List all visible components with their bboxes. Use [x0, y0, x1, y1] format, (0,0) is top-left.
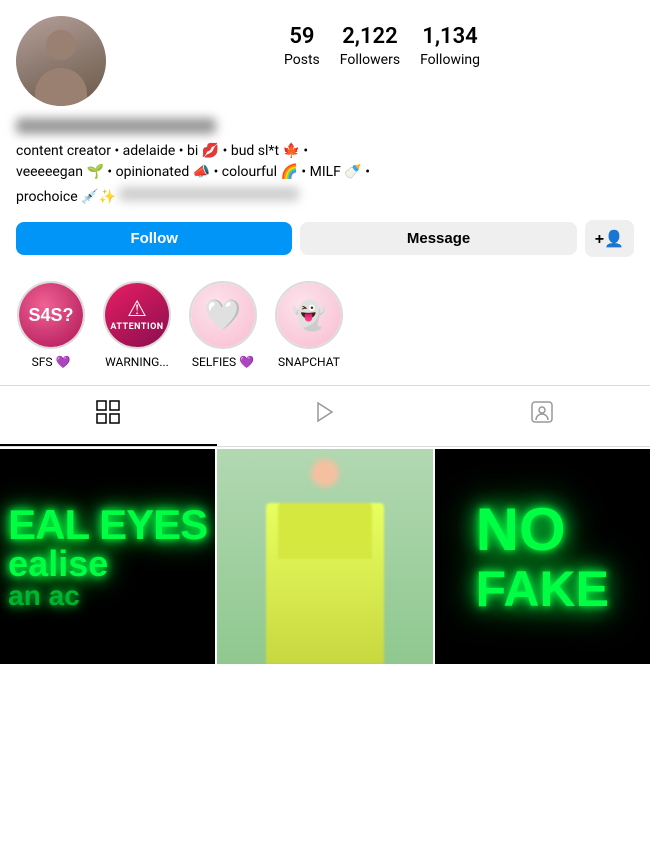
grid-cell-neon-eyes[interactable]: EAL EYES ealise an ac	[0, 449, 215, 664]
photo-grid: EAL EYES ealise an ac NO FAKE	[0, 449, 650, 664]
highlight-sfs-circle: S4S?	[17, 281, 85, 349]
selfies-heart-icon: 🤍	[204, 298, 241, 333]
neon-fake-text: FAKE	[476, 564, 609, 614]
highlight-sfs[interactable]: S4S? SFS 💜	[16, 281, 86, 369]
highlight-warning-label: WARNING...	[105, 355, 169, 369]
person-top	[278, 503, 373, 560]
profile-top: 59 Posts 2,122 Followers 1,134 Following	[16, 16, 634, 106]
tab-reels[interactable]	[217, 386, 434, 446]
highlight-selfies-label: SELFIES 💜	[192, 355, 254, 369]
highlight-sfs-label: SFS 💜	[32, 355, 71, 369]
highlight-snapchat-circle: 👻	[275, 281, 343, 349]
bio-section: content creator • adelaide • bi 💋 • bud …	[16, 141, 634, 208]
posts-label: Posts	[284, 52, 320, 68]
username-row	[16, 118, 634, 137]
action-buttons: Follow Message +👤	[16, 220, 634, 257]
highlights-section: S4S? SFS 💜 ⚠ ATTENTION WARNING... 🤍 SELF…	[0, 273, 650, 386]
stat-following[interactable]: 1,134 Following	[420, 24, 480, 68]
following-count: 1,134	[422, 24, 477, 50]
bio-line3: prochoice 💉✨	[16, 189, 116, 205]
play-icon	[313, 400, 337, 430]
person-body	[266, 503, 384, 664]
highlight-selfies-circle: 🤍	[189, 281, 257, 349]
tab-bar	[0, 386, 650, 447]
person-head	[311, 459, 339, 487]
highlight-snapchat-label: SNAPCHAT	[278, 355, 340, 369]
following-label: Following	[420, 52, 480, 68]
snapchat-ghost-icon: 👻	[292, 299, 327, 332]
neon-eyes-text3: an ac	[8, 582, 80, 610]
profile-section: 59 Posts 2,122 Followers 1,134 Following…	[0, 0, 650, 257]
highlight-warning-circle: ⚠ ATTENTION	[103, 281, 171, 349]
bio-link[interactable]	[119, 187, 299, 201]
stat-followers[interactable]: 2,122 Followers	[340, 24, 400, 68]
stat-posts[interactable]: 59 Posts	[284, 24, 320, 68]
neon-eyes-text1: EAL EYES	[8, 504, 207, 546]
grid-cell-neon-fake[interactable]: NO FAKE	[435, 449, 650, 664]
avatar[interactable]	[16, 16, 106, 106]
grid-icon	[96, 400, 120, 430]
add-friend-button[interactable]: +👤	[585, 220, 634, 257]
stats-area: 59 Posts 2,122 Followers 1,134 Following	[130, 16, 634, 68]
highlight-snapchat[interactable]: 👻 SNAPCHAT	[274, 281, 344, 369]
highlight-warning[interactable]: ⚠ ATTENTION WARNING...	[102, 281, 172, 369]
tagged-icon	[530, 400, 554, 430]
neon-no-text: NO	[476, 500, 566, 560]
followers-count: 2,122	[342, 24, 397, 50]
followers-label: Followers	[340, 52, 400, 68]
message-button[interactable]: Message	[300, 222, 576, 255]
grid-cell-person[interactable]	[217, 449, 432, 664]
posts-count: 59	[289, 24, 314, 50]
bio-line1: content creator • adelaide • bi 💋 • bud …	[16, 143, 308, 159]
highlight-selfies[interactable]: 🤍 SELFIES 💜	[188, 281, 258, 369]
bio-line2: veeeeegan 🌱 • opinionated 📣 • colourful …	[16, 164, 370, 180]
tab-grid[interactable]	[0, 386, 217, 446]
username	[16, 118, 216, 134]
add-friend-icon: +👤	[595, 231, 624, 248]
follow-button[interactable]: Follow	[16, 222, 292, 255]
neon-eyes-text2: ealise	[8, 546, 108, 582]
tab-tagged[interactable]	[433, 386, 650, 446]
